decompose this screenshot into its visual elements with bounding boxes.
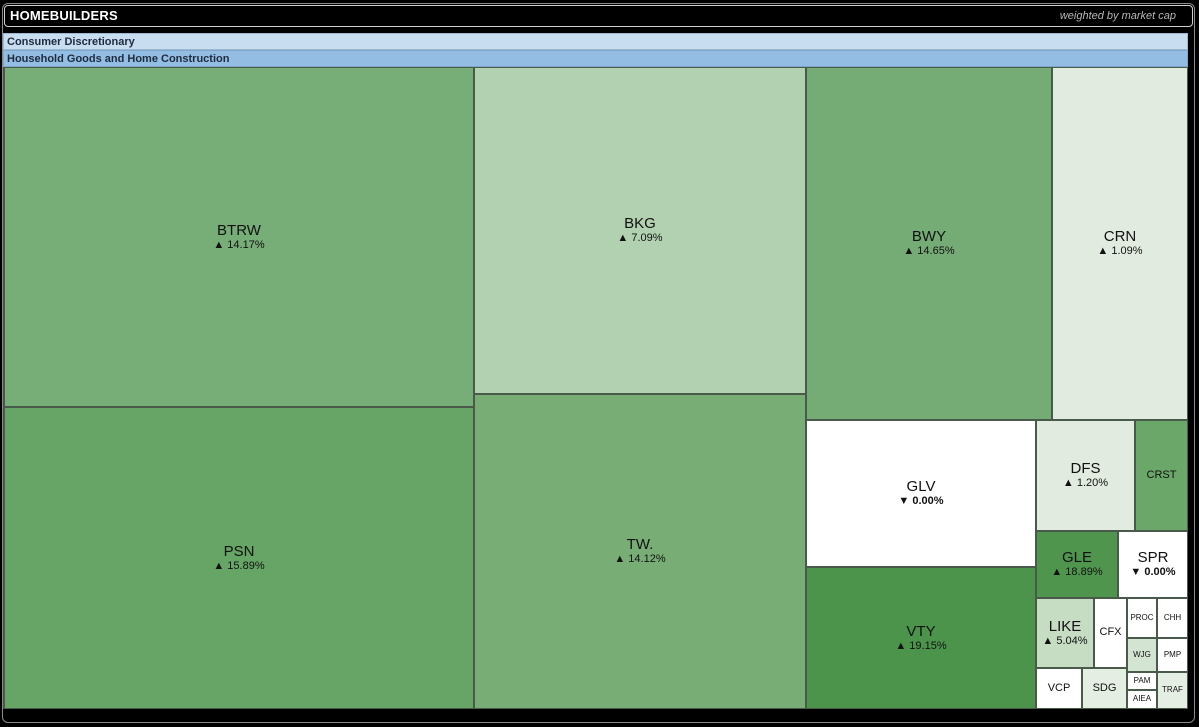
treemap-tile-dfs[interactable]: DFS ▲ 1.20%: [1036, 420, 1135, 531]
treemap-tile-glv[interactable]: GLV ▼ 0.00%: [806, 420, 1036, 567]
tile-change: ▲ 7.09%: [617, 232, 663, 245]
tile-change: ▲ 1.09%: [1097, 245, 1143, 258]
tile-change: ▲ 14.12%: [614, 553, 666, 566]
tile-symbol: SDG: [1092, 681, 1117, 694]
tile-symbol: LIKE: [1048, 617, 1082, 635]
tile-symbol: TRAF: [1162, 685, 1183, 695]
treemap-tile-crn[interactable]: CRN ▲ 1.09%: [1052, 67, 1188, 420]
treemap-tile-gle[interactable]: GLE ▲ 18.89%: [1036, 531, 1118, 598]
tile-symbol: SPR: [1137, 549, 1169, 567]
tile-symbol: VCP: [1047, 681, 1071, 694]
weighting-note: weighted by market cap: [1059, 10, 1176, 22]
tile-symbol: DFS: [1070, 460, 1101, 478]
treemap-tile-proc[interactable]: PROC: [1127, 598, 1157, 638]
tile-symbol: TW.: [626, 536, 654, 554]
tile-change: ▲ 14.17%: [213, 238, 265, 251]
tile-symbol: GLV: [906, 478, 936, 496]
tile-symbol: WJG: [1133, 649, 1151, 659]
treemap-area: BTRW ▲ 14.17% PSN ▲ 15.89% BKG ▲ 7.09% TW. ▲ 14…: [3, 67, 1188, 709]
treemap-tile-vty[interactable]: VTY ▲ 19.15%: [806, 567, 1036, 709]
tile-change: ▲ 14.65%: [903, 245, 955, 258]
tile-change: ▲ 19.15%: [895, 639, 947, 652]
treemap-tile-psn[interactable]: PSN ▲ 15.89%: [4, 407, 474, 709]
treemap-tile-pmp[interactable]: PMP: [1157, 638, 1188, 672]
treemap-tile-pam[interactable]: PAM: [1127, 672, 1157, 690]
tile-change: ▲ 1.20%: [1062, 477, 1109, 490]
treemap-tile-vcp[interactable]: VCP: [1036, 668, 1082, 709]
tile-change: ▼ 0.00%: [898, 495, 944, 508]
treemap-tile-sdg[interactable]: SDG: [1082, 668, 1127, 709]
tile-symbol: PROC: [1130, 612, 1154, 622]
treemap-tile-cfx[interactable]: CFX: [1094, 598, 1127, 668]
title-bar: HOMEBUILDERS weighted by market cap: [4, 5, 1193, 27]
tile-symbol: BTRW: [217, 221, 261, 239]
treemap-title: HOMEBUILDERS: [10, 8, 118, 23]
treemap-tile-spr[interactable]: SPR ▼ 0.00%: [1118, 531, 1188, 598]
treemap-tile-bwy[interactable]: BWY ▲ 14.65%: [806, 67, 1052, 420]
treemap-tile-tw[interactable]: TW. ▲ 14.12%: [474, 394, 806, 709]
tile-change: ▲ 15.89%: [213, 559, 265, 572]
treemap-tile-chh[interactable]: CHH: [1157, 598, 1188, 638]
tile-symbol: CRN: [1103, 228, 1137, 246]
treemap-tile-crst[interactable]: CRST: [1135, 420, 1188, 531]
tile-change: ▲ 18.89%: [1051, 566, 1103, 579]
treemap-tile-btrw[interactable]: BTRW ▲ 14.17%: [4, 67, 474, 407]
tile-symbol: GLE: [1061, 549, 1092, 567]
tile-symbol: BWY: [911, 228, 947, 246]
tile-symbol: PMP: [1163, 649, 1182, 659]
treemap-tile-aiea[interactable]: AIEA: [1127, 690, 1157, 709]
tile-symbol: CHH: [1163, 612, 1182, 622]
treemap-tile-wjg[interactable]: WJG: [1127, 638, 1157, 672]
tile-symbol: VTY: [906, 622, 936, 640]
tile-symbol: BKG: [624, 215, 656, 233]
treemap-tile-bkg[interactable]: BKG ▲ 7.09%: [474, 67, 806, 394]
treemap-tile-traf[interactable]: TRAF: [1157, 672, 1188, 709]
treemap-tile-like[interactable]: LIKE ▲ 5.04%: [1036, 598, 1094, 668]
tile-symbol: CFX: [1099, 626, 1122, 639]
sector-header[interactable]: Consumer Discretionary: [3, 33, 1188, 50]
tile-change: ▼ 0.00%: [1130, 566, 1176, 579]
industry-header[interactable]: Household Goods and Home Construction: [3, 50, 1188, 67]
tile-symbol: CRST: [1146, 468, 1177, 481]
tile-change: ▲ 5.04%: [1042, 634, 1088, 647]
tile-symbol: PAM: [1133, 675, 1151, 685]
tile-symbol: PSN: [223, 542, 255, 560]
tile-symbol: AIEA: [1132, 694, 1152, 704]
